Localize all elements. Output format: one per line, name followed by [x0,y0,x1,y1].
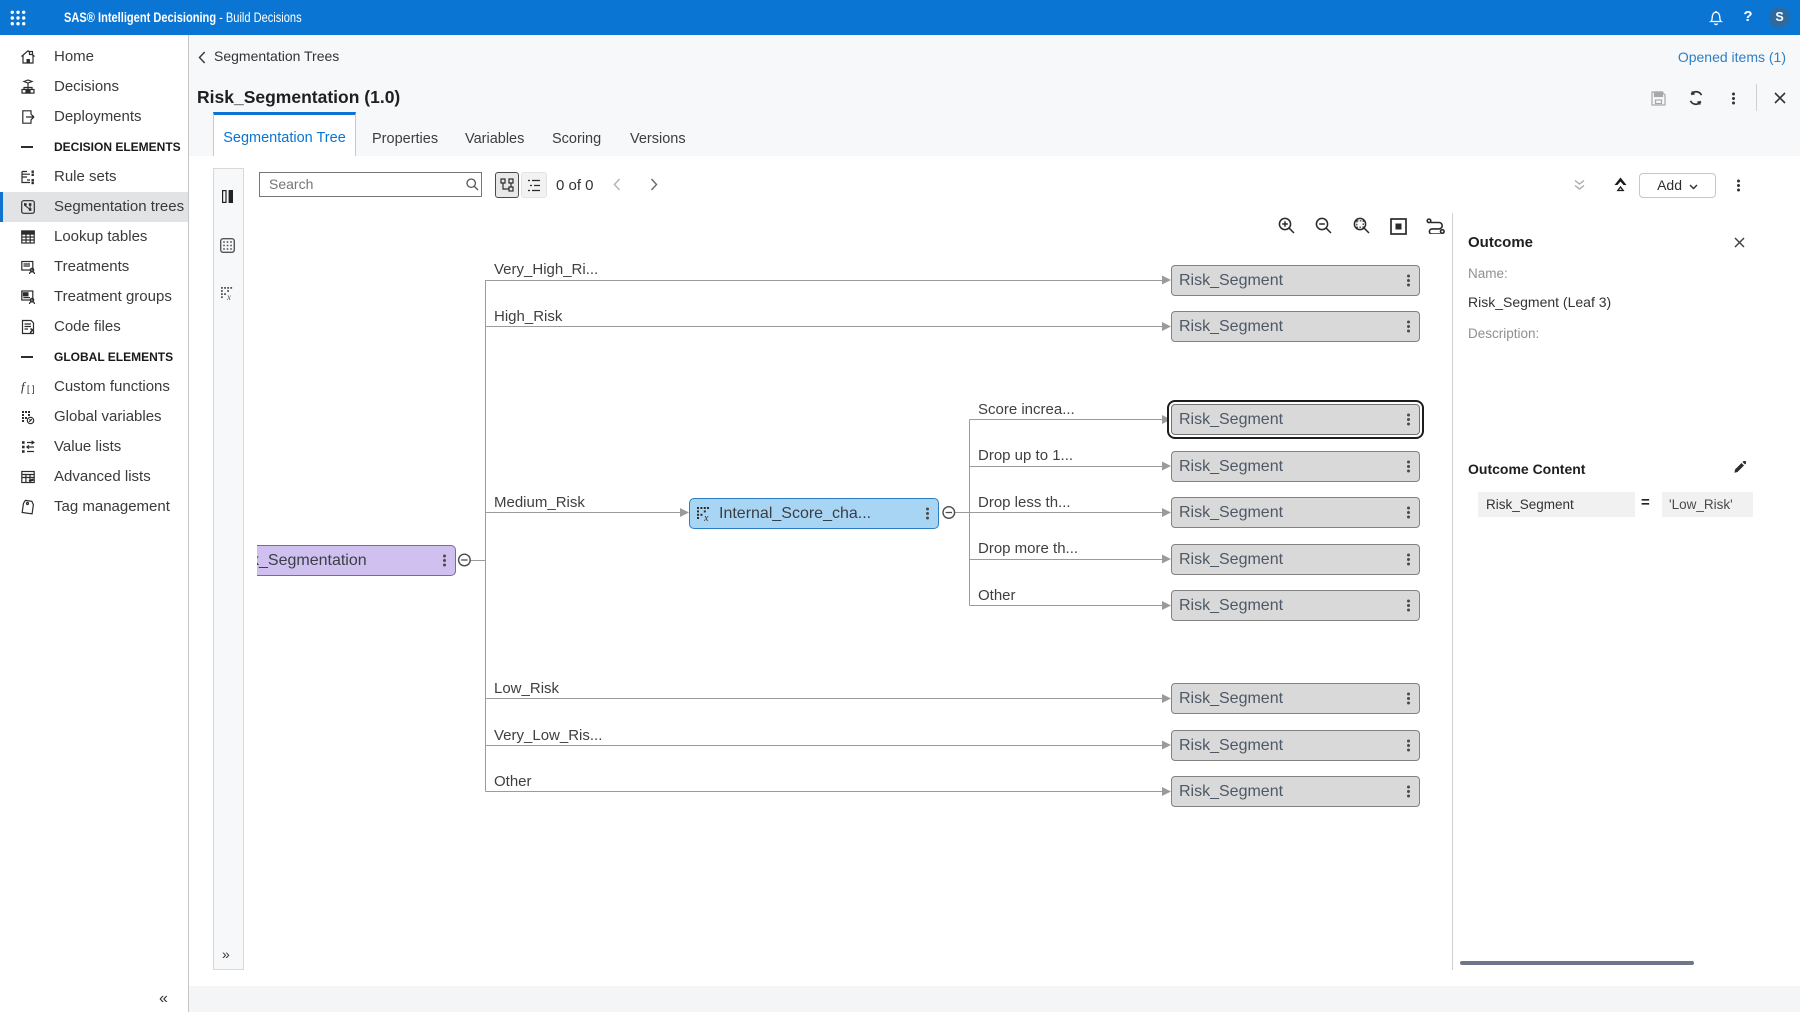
svg-text:x: x [226,292,231,301]
svg-text:x: x [703,513,709,523]
